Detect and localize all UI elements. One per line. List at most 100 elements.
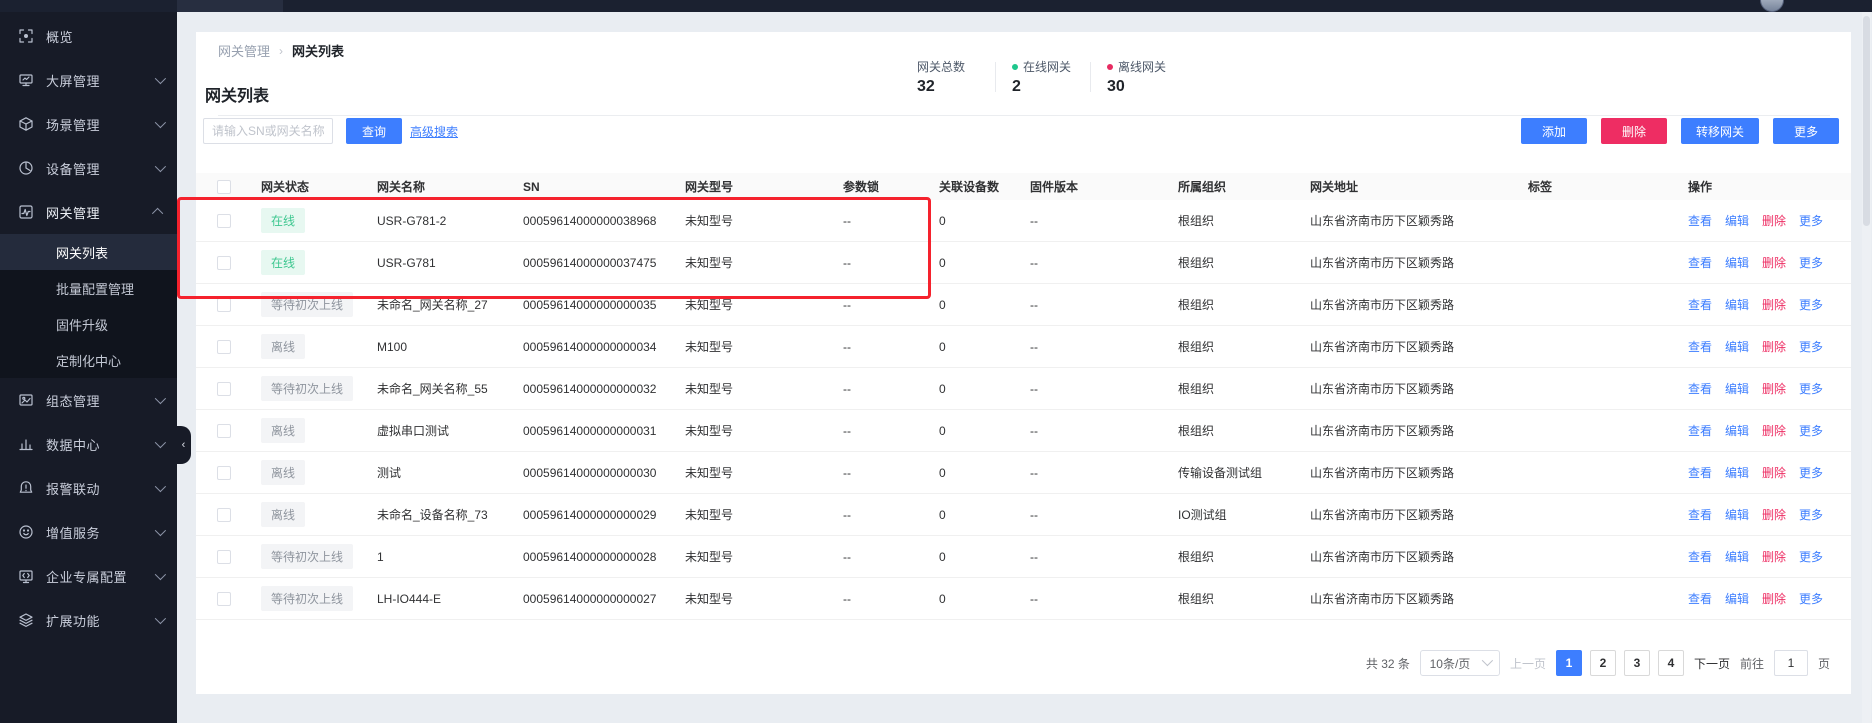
row-checkbox[interactable]	[217, 340, 231, 354]
row-action-删除[interactable]: 删除	[1762, 380, 1786, 397]
sidebar-item-1[interactable]: 概览	[0, 14, 177, 58]
row-action-更多[interactable]: 更多	[1799, 464, 1823, 481]
hmi-icon	[18, 392, 34, 408]
row-checkbox[interactable]	[217, 466, 231, 480]
column-header-网关名称: 网关名称	[377, 178, 523, 195]
sidebar-subitem-批量配置管理[interactable]: 批量配置管理	[0, 270, 177, 306]
user-avatar[interactable]	[1760, 0, 1784, 12]
row-checkbox[interactable]	[217, 382, 231, 396]
row-action-编辑[interactable]: 编辑	[1725, 506, 1749, 523]
sidebar-item-6[interactable]: 组态管理	[0, 378, 177, 422]
row-action-删除[interactable]: 删除	[1762, 506, 1786, 523]
row-action-更多[interactable]: 更多	[1799, 506, 1823, 523]
sidebar-collapse-handle[interactable]: ‹	[176, 426, 191, 464]
page-size-select[interactable]: 10条/页	[1420, 650, 1500, 676]
row-action-更多[interactable]: 更多	[1799, 590, 1823, 607]
sidebar-item-10[interactable]: 企业专属配置	[0, 554, 177, 598]
row-action-编辑[interactable]: 编辑	[1725, 254, 1749, 271]
row-action-编辑[interactable]: 编辑	[1725, 422, 1749, 439]
section-divider	[218, 115, 1830, 116]
sidebar-item-11[interactable]: 扩展功能	[0, 598, 177, 642]
row-checkbox[interactable]	[217, 592, 231, 606]
row-action-更多[interactable]: 更多	[1799, 548, 1823, 565]
row-checkbox[interactable]	[217, 550, 231, 564]
search-input[interactable]	[203, 118, 333, 144]
row-checkbox[interactable]	[217, 424, 231, 438]
row-action-更多[interactable]: 更多	[1799, 380, 1823, 397]
column-header-SN: SN	[523, 180, 685, 194]
row-action-更多[interactable]: 更多	[1799, 254, 1823, 271]
sidebar-item-8[interactable]: 报警联动	[0, 466, 177, 510]
window-scrollbar[interactable]	[1862, 12, 1871, 723]
select-all-checkbox[interactable]	[217, 180, 231, 194]
row-checkbox[interactable]	[217, 214, 231, 228]
sidebar-item-5[interactable]: 网关管理	[0, 190, 177, 234]
scrollbar-thumb[interactable]	[1863, 16, 1870, 226]
row-action-查看[interactable]: 查看	[1688, 338, 1712, 355]
breadcrumb-parent[interactable]: 网关管理	[218, 41, 270, 60]
breadcrumb: 网关管理 › 网关列表	[218, 41, 344, 60]
row-checkbox[interactable]	[217, 508, 231, 522]
row-action-删除[interactable]: 删除	[1762, 464, 1786, 481]
row-action-编辑[interactable]: 编辑	[1725, 338, 1749, 355]
stat-label: 离线网关	[1107, 58, 1169, 75]
row-action-删除[interactable]: 删除	[1762, 590, 1786, 607]
prev-page-button[interactable]: 上一页	[1510, 655, 1546, 672]
row-action-更多[interactable]: 更多	[1799, 296, 1823, 313]
sidebar-item-4[interactable]: 设备管理	[0, 146, 177, 190]
row-checkbox[interactable]	[217, 256, 231, 270]
row-action-编辑[interactable]: 编辑	[1725, 590, 1749, 607]
next-page-button[interactable]: 下一页	[1694, 655, 1730, 672]
row-action-删除[interactable]: 删除	[1762, 338, 1786, 355]
row-action-查看[interactable]: 查看	[1688, 422, 1712, 439]
row-action-删除[interactable]: 删除	[1762, 548, 1786, 565]
row-action-更多[interactable]: 更多	[1799, 338, 1823, 355]
row-action-更多[interactable]: 更多	[1799, 422, 1823, 439]
row-action-查看[interactable]: 查看	[1688, 380, 1712, 397]
sidebar-item-9[interactable]: 增值服务	[0, 510, 177, 554]
row-action-查看[interactable]: 查看	[1688, 254, 1712, 271]
row-action-查看[interactable]: 查看	[1688, 296, 1712, 313]
table-row-1: 在线USR-G781-200059614000000038968未知型号--0-…	[196, 200, 1851, 242]
添加-button[interactable]: 添加	[1521, 118, 1587, 144]
row-action-查看[interactable]: 查看	[1688, 212, 1712, 229]
page-number-2[interactable]: 2	[1590, 650, 1616, 676]
query-button[interactable]: 查询	[346, 118, 402, 144]
status-cell: 离线	[261, 502, 377, 527]
table-row-8: 离线未命名_设备名称_7300059614000000000029未知型号--0…	[196, 494, 1851, 536]
page-number-1[interactable]: 1	[1556, 650, 1582, 676]
删除-button[interactable]: 删除	[1601, 118, 1667, 144]
row-action-编辑[interactable]: 编辑	[1725, 380, 1749, 397]
row-actions: 查看编辑删除更多	[1688, 380, 1851, 397]
page-number-3[interactable]: 3	[1624, 650, 1650, 676]
sidebar-item-7[interactable]: 数据中心	[0, 422, 177, 466]
row-action-更多[interactable]: 更多	[1799, 212, 1823, 229]
row-action-删除[interactable]: 删除	[1762, 254, 1786, 271]
row-action-查看[interactable]: 查看	[1688, 548, 1712, 565]
goto-page-input[interactable]	[1774, 650, 1808, 676]
sidebar-subitem-固件升级[interactable]: 固件升级	[0, 306, 177, 342]
row-action-删除[interactable]: 删除	[1762, 296, 1786, 313]
model-cell: 未知型号	[685, 296, 843, 313]
advanced-search-link[interactable]: 高级搜索	[410, 123, 458, 140]
address-cell: 山东省济南市历下区颖秀路	[1310, 464, 1528, 481]
row-action-查看[interactable]: 查看	[1688, 590, 1712, 607]
row-action-删除[interactable]: 删除	[1762, 212, 1786, 229]
page-number-4[interactable]: 4	[1658, 650, 1684, 676]
sidebar-subitem-网关列表[interactable]: 网关列表	[0, 234, 177, 270]
更多-button[interactable]: 更多	[1773, 118, 1839, 144]
sidebar-subitem-定制化中心[interactable]: 定制化中心	[0, 342, 177, 378]
row-action-编辑[interactable]: 编辑	[1725, 212, 1749, 229]
status-badge: 等待初次上线	[261, 376, 353, 401]
row-action-编辑[interactable]: 编辑	[1725, 296, 1749, 313]
row-checkbox[interactable]	[217, 298, 231, 312]
sidebar-item-2[interactable]: 大屏管理	[0, 58, 177, 102]
table-row-5: 等待初次上线未命名_网关名称_5500059614000000000032未知型…	[196, 368, 1851, 410]
row-action-编辑[interactable]: 编辑	[1725, 464, 1749, 481]
row-action-删除[interactable]: 删除	[1762, 422, 1786, 439]
row-action-查看[interactable]: 查看	[1688, 464, 1712, 481]
row-action-编辑[interactable]: 编辑	[1725, 548, 1749, 565]
row-action-查看[interactable]: 查看	[1688, 506, 1712, 523]
转移网关-button[interactable]: 转移网关	[1681, 118, 1759, 144]
sidebar-item-3[interactable]: 场景管理	[0, 102, 177, 146]
